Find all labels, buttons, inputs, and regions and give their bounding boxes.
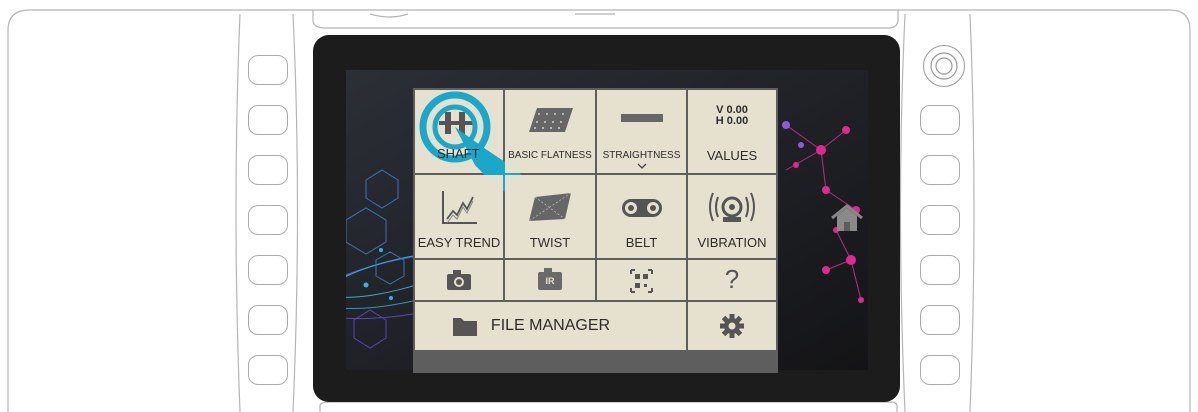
ir-badge-label: IR bbox=[545, 276, 555, 286]
trend-chart-icon bbox=[442, 191, 477, 224]
side-button-left-4[interactable] bbox=[248, 205, 288, 235]
qr-scan-icon bbox=[630, 269, 653, 293]
side-button-right-2[interactable] bbox=[920, 155, 960, 185]
values-h: H 0.00 bbox=[715, 115, 749, 127]
side-button-left-5[interactable] bbox=[248, 255, 288, 285]
side-button-right-6[interactable] bbox=[920, 355, 960, 385]
chevron-down-icon bbox=[637, 163, 647, 169]
tile-camera[interactable] bbox=[415, 260, 503, 300]
tile-file-manager-label: FILE MANAGER bbox=[490, 317, 611, 334]
tile-easy-trend-label: EASY TREND bbox=[417, 235, 501, 250]
flatness-plate-icon bbox=[529, 108, 573, 132]
side-button-left-2[interactable] bbox=[248, 105, 288, 135]
tile-twist-label: TWIST bbox=[529, 235, 571, 250]
side-button-left-7[interactable] bbox=[248, 355, 288, 385]
tile-twist[interactable]: TWIST bbox=[505, 175, 595, 258]
tile-straightness[interactable]: STRAIGHTNESS bbox=[597, 90, 686, 173]
main-menu-grid: SHAFT BASIC FLATNESS STRAIGHTNESS V 0.00… bbox=[413, 88, 778, 373]
tile-straightness-label: STRAIGHTNESS bbox=[602, 150, 681, 161]
gear-icon bbox=[720, 314, 744, 338]
side-button-left-6[interactable] bbox=[248, 305, 288, 335]
tile-file-manager[interactable]: FILE MANAGER bbox=[415, 302, 686, 350]
home-button[interactable] bbox=[830, 204, 864, 237]
power-knob[interactable] bbox=[923, 45, 965, 87]
straightness-bar-icon bbox=[621, 114, 663, 122]
tile-belt[interactable]: BELT bbox=[597, 175, 686, 258]
tile-help[interactable]: ? bbox=[688, 260, 776, 300]
tile-vibration[interactable]: VIBRATION bbox=[688, 175, 776, 258]
power-knob-rings bbox=[930, 52, 958, 80]
tile-basic-flatness-label: BASIC FLATNESS bbox=[508, 150, 592, 161]
vibration-sensor-icon bbox=[709, 192, 755, 222]
tile-values-label: VALUES bbox=[706, 148, 758, 163]
home-icon bbox=[831, 204, 863, 231]
help-icon: ? bbox=[724, 264, 740, 294]
side-button-left-1[interactable] bbox=[248, 55, 288, 85]
tile-values[interactable]: V 0.00 H 0.00 VALUES bbox=[688, 90, 776, 173]
side-button-right-5[interactable] bbox=[920, 305, 960, 335]
twist-plate-icon bbox=[528, 192, 572, 222]
side-button-left-3[interactable] bbox=[248, 155, 288, 185]
tile-qr-scan[interactable] bbox=[597, 260, 686, 300]
tile-easy-trend[interactable]: EASY TREND bbox=[415, 175, 503, 258]
tile-settings[interactable] bbox=[688, 302, 776, 350]
belt-pulley-icon bbox=[622, 199, 662, 217]
tile-vibration-label: VIBRATION bbox=[697, 235, 767, 250]
camera-icon bbox=[447, 270, 471, 290]
tile-ir-camera[interactable]: IR bbox=[505, 260, 595, 300]
side-button-right-1[interactable] bbox=[920, 105, 960, 135]
side-button-right-4[interactable] bbox=[920, 255, 960, 285]
values-readout: V 0.00 H 0.00 bbox=[688, 105, 776, 127]
tile-shaft-label: SHAFT bbox=[437, 146, 480, 161]
tile-shaft[interactable]: SHAFT bbox=[415, 90, 530, 198]
side-button-right-3[interactable] bbox=[920, 205, 960, 235]
tile-basic-flatness[interactable]: BASIC FLATNESS bbox=[505, 90, 595, 173]
tile-belt-label: BELT bbox=[625, 235, 658, 250]
